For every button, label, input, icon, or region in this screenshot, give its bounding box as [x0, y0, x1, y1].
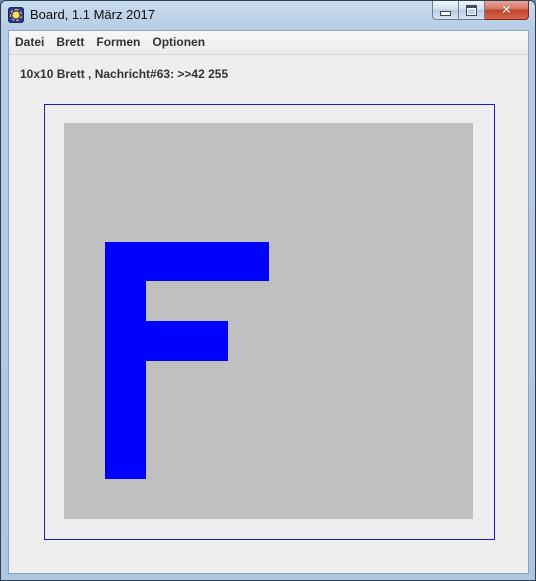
menu-bar: Datei Brett Formen Optionen	[9, 31, 528, 55]
board-cell-filled[interactable]	[105, 242, 146, 281]
window-controls: ✕	[432, 1, 529, 21]
board-frame	[44, 104, 495, 540]
close-icon: ✕	[501, 2, 512, 18]
board-cell-filled[interactable]	[146, 242, 187, 281]
menu-datei[interactable]: Datei	[9, 31, 50, 54]
close-button[interactable]: ✕	[485, 1, 529, 20]
minimize-icon	[440, 10, 451, 16]
window-title: Board, 1.1 März 2017	[30, 7, 156, 22]
app-icon[interactable]	[8, 7, 24, 23]
client-area: Datei Brett Formen Optionen 10x10 Brett …	[8, 30, 529, 574]
board-cell-filled[interactable]	[187, 321, 228, 361]
title-bar[interactable]: Board, 1.1 März 2017 ✕	[1, 1, 535, 29]
maximize-button[interactable]	[459, 1, 485, 20]
board-cell-filled[interactable]	[105, 400, 146, 440]
board-cell-filled[interactable]	[187, 242, 228, 281]
board-cell-filled[interactable]	[228, 242, 269, 281]
maximize-icon	[466, 4, 477, 16]
menu-formen[interactable]: Formen	[90, 31, 146, 54]
menu-brett[interactable]: Brett	[50, 31, 90, 54]
board-cell-filled[interactable]	[105, 440, 146, 479]
board-cell-filled[interactable]	[105, 361, 146, 400]
board-cell-filled[interactable]	[105, 321, 146, 361]
board-cell-filled[interactable]	[146, 321, 187, 361]
menu-optionen[interactable]: Optionen	[146, 31, 211, 54]
game-board[interactable]	[64, 123, 473, 519]
status-message: 10x10 Brett , Nachricht#63: >>42 255	[20, 67, 229, 81]
board-cell-filled[interactable]	[105, 281, 146, 321]
app-window: Board, 1.1 März 2017 ✕ Datei Brett Forme…	[0, 0, 536, 581]
minimize-button[interactable]	[432, 1, 459, 20]
